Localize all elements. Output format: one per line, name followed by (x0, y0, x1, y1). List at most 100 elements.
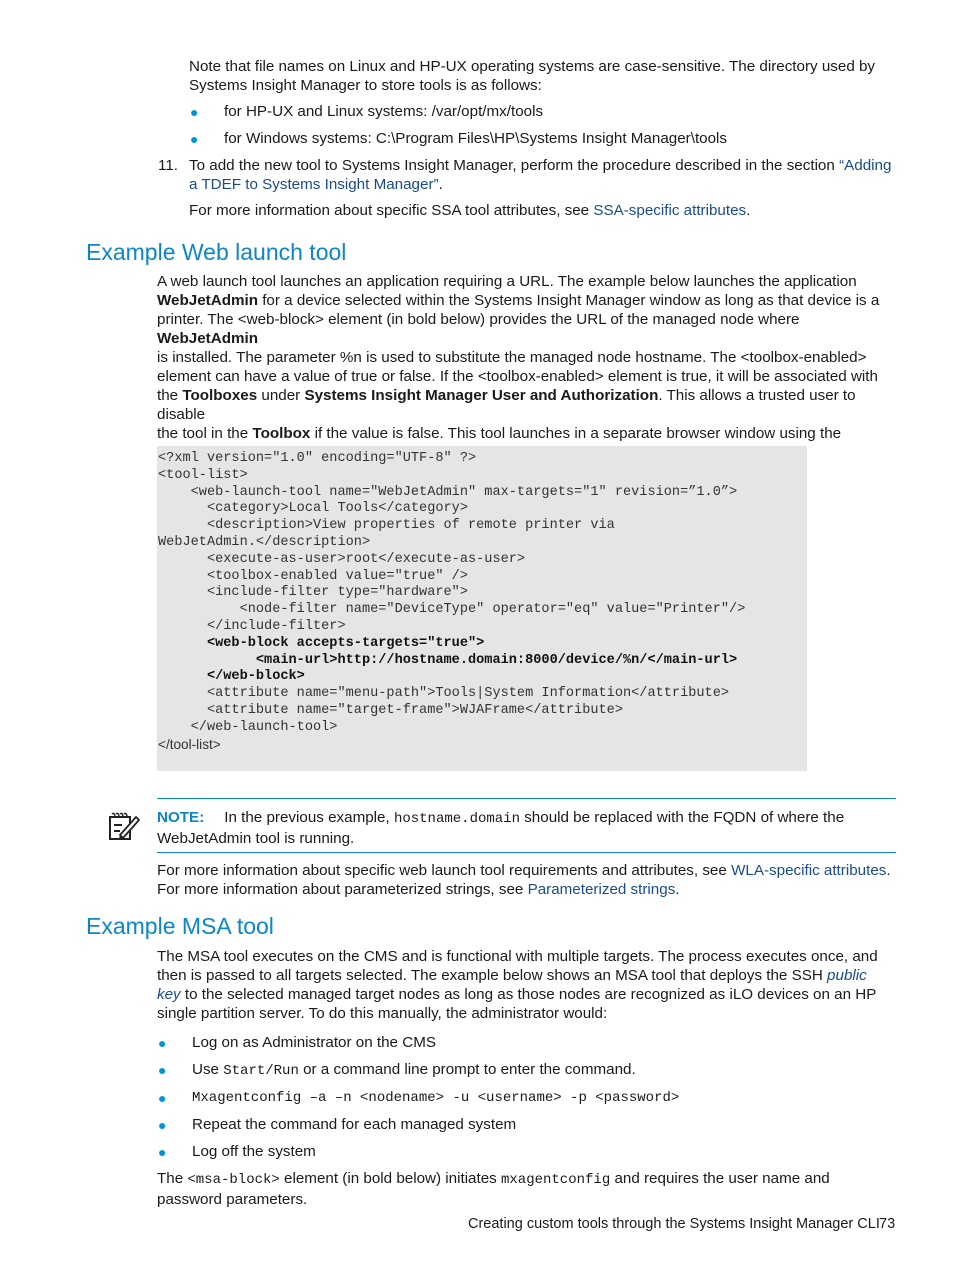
text: The (157, 1170, 188, 1187)
section-heading-msa: Example MSA tool (86, 913, 274, 939)
wla-info-text: For more information about specific web … (157, 862, 732, 879)
code-line: </tool-list> (158, 736, 221, 752)
note-text-part: WebJetAdmin tool is running. (157, 830, 355, 847)
code-block: <?xml version="1.0" encoding="UTF-8" ?> <… (157, 446, 807, 771)
text: the (157, 387, 183, 404)
note-text-part: should be replaced with the FQDN of wher… (519, 809, 845, 826)
msa-bullet-command: Mxagentconfig –a –n <nodename> -u <usern… (192, 1090, 680, 1106)
web-launch-line: WebJetAdmin for a device selected within… (157, 291, 902, 310)
code-line: <include-filter type="hardware"> (158, 585, 468, 601)
msa-bullet: Log off the system (192, 1143, 316, 1160)
text: element can have a value of true or fals… (157, 368, 878, 385)
punct: . (438, 176, 443, 193)
text: under (257, 387, 305, 404)
code-line: <?xml version="1.0" encoding="UTF-8" ?> (158, 451, 477, 466)
code-line: <toolbox-enabled value="true" /> (158, 568, 468, 584)
code-line: <main-url>http://hostname.domain:8000/de… (158, 652, 738, 668)
web-launch-line: A web launch tool launches an applicatio… (157, 272, 902, 291)
web-launch-line: element can have a value of true or fals… (157, 367, 902, 386)
adding-tdef-link-cont[interactable]: a TDEF to Systems Insight Manager” (189, 176, 439, 193)
web-launch-line: the tool in the Toolbox if the value is … (157, 424, 902, 443)
bullet-icon: ● (158, 1117, 167, 1133)
text: is installed. The parameter %n is used t… (157, 349, 867, 366)
code-line: WebJetAdmin.</description> (158, 535, 371, 550)
code-line: <node-filter name="DeviceType" operator=… (158, 602, 746, 618)
intro-bullet: for Windows systems: C:\Program Files\HP… (224, 130, 728, 147)
code: mxagentconfig (501, 1172, 611, 1188)
public-key-link-cont[interactable]: key (157, 986, 181, 1003)
param-info-text: For more information about parameterized… (157, 881, 528, 898)
step-11: To add the new tool to Systems Insight M… (189, 156, 909, 194)
intro-paragraph: Note that file names on Linux and HP-UX … (189, 57, 875, 95)
note-text: NOTE: In the previous example, hostname.d… (157, 808, 897, 848)
text: password parameters. (157, 1191, 308, 1208)
code-line: <web-block accepts-targets="true"> (158, 635, 485, 651)
bullet-icon: ● (158, 1062, 167, 1078)
msa-text: to the selected managed target nodes as … (180, 986, 877, 1003)
step-text: To add the new tool to Systems Insight M… (189, 157, 840, 174)
msa-line: then is passed to all targets selected. … (157, 966, 902, 985)
bold-term: WebJetAdmin (157, 330, 258, 347)
text: or a command line prompt to enter the co… (298, 1061, 636, 1078)
code-line: <web-launch-tool name="WebJetAdmin" max-… (158, 484, 738, 500)
msa-bullet: Repeat the command for each managed syst… (192, 1116, 517, 1133)
bullet-icon: ● (190, 131, 199, 147)
wla-info: For more information about specific web … (157, 861, 902, 899)
ssa-specific-attributes-link[interactable]: SSA-specific attributes (593, 202, 746, 219)
bullet-icon: ● (190, 104, 199, 120)
intro-line: Note that file names on Linux and HP-UX … (189, 58, 876, 75)
text: and requires the user name and (610, 1170, 830, 1187)
msa-bullet: Use Start/Run or a command line prompt t… (192, 1060, 636, 1081)
text: the tool in the (157, 425, 253, 442)
web-launch-line: is installed. The parameter %n is used t… (157, 348, 902, 367)
bullet-icon: ● (158, 1144, 167, 1160)
bold-term: Systems Insight Manager User and Authori… (304, 387, 659, 404)
code-line: </web-launch-tool> (158, 719, 338, 735)
note-code: hostname.domain (393, 811, 520, 827)
text: element (in bold below) initiates (279, 1170, 501, 1187)
text: if the value is false. This tool launche… (310, 425, 842, 442)
ssa-info-text: For more information about specific SSA … (189, 202, 594, 219)
code-line: <execute-as-user>root</execute-as-user> (158, 551, 526, 567)
section-heading-web-launch: Example Web launch tool (86, 239, 347, 265)
bold-term: Toolbox (252, 425, 311, 442)
note-bottom-rule (157, 852, 896, 853)
msa-line: The MSA tool executes on the CMS and is … (157, 948, 878, 965)
public-key-link[interactable]: public (827, 967, 867, 984)
web-launch-line: printer. The <web-block> element (in bol… (157, 310, 902, 348)
msa-line: key to the selected managed target nodes… (157, 985, 902, 1004)
adding-tdef-link[interactable]: “Adding (839, 157, 891, 174)
web-launch-line: the Toolboxes under Systems Insight Mana… (157, 386, 902, 424)
text: printer. The <web-block> element (in bol… (157, 311, 800, 328)
code-line: <attribute name="menu-path">Tools|System… (158, 686, 730, 702)
text: A web launch tool launches an applicatio… (157, 273, 857, 290)
note-label: NOTE: (157, 809, 205, 826)
code: <msa-block> (187, 1172, 280, 1188)
wla-specific-attributes-link[interactable]: WLA-specific attributes (731, 862, 886, 879)
footer-title: Creating custom tools through the System… (468, 1216, 880, 1232)
msa-closing: The <msa-block> element (in bold below) … (157, 1169, 902, 1209)
bold-term: WebJetAdmin (157, 292, 258, 309)
bullet-icon: ● (158, 1035, 167, 1051)
code-line: <attribute name="target-frame">WJAFrame<… (158, 703, 623, 718)
intro-line: Systems Insight Manager to store tools i… (189, 77, 542, 94)
bullet-icon: ● (158, 1090, 167, 1106)
step-number: 11. (158, 157, 178, 174)
note-text-part: In the previous example, (224, 809, 394, 826)
punct: . (886, 862, 891, 879)
note-icon (108, 811, 141, 846)
code-line: <description>View properties of remote p… (158, 518, 615, 534)
intro-bullet: for HP-UX and Linux systems: /var/opt/mx… (224, 103, 544, 120)
msa-paragraph: The MSA tool executes on the CMS and is … (157, 947, 902, 1023)
code-line: </include-filter> (158, 619, 346, 634)
code-line: <tool-list> (158, 467, 248, 483)
msa-line: single partition server. To do this manu… (157, 1005, 608, 1022)
punct: . (746, 202, 751, 219)
text: Use (192, 1061, 224, 1078)
bold-term: Toolboxes (182, 387, 258, 404)
parameterized-strings-link[interactable]: Parameterized strings (528, 881, 676, 898)
punct: . (675, 881, 680, 898)
msa-text: then is passed to all targets selected. … (157, 967, 828, 984)
note-top-rule (157, 798, 896, 799)
text: for a device selected within the Systems… (257, 292, 880, 309)
